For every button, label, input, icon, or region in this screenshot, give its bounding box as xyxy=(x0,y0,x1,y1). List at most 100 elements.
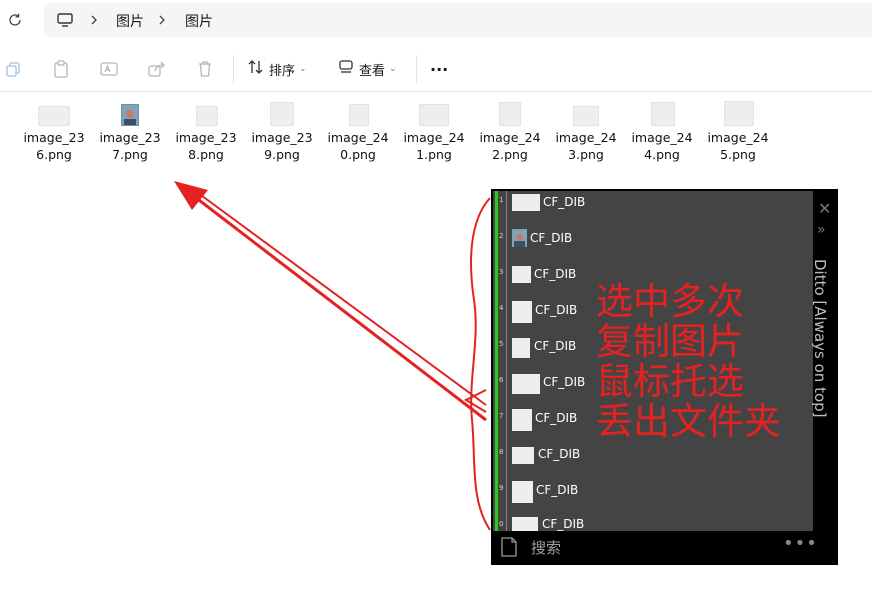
file-grid: image_23 6.png image_23 7.png image_23 8.pn… xyxy=(20,100,780,170)
rename-icon[interactable] xyxy=(99,59,119,79)
image-thumbnail xyxy=(573,106,599,126)
clip-thumbnail xyxy=(512,194,540,211)
menu-dots-icon[interactable]: ••• xyxy=(783,533,818,554)
file-item[interactable]: image_23 6.png xyxy=(20,100,88,170)
file-item[interactable]: image_23 7.png xyxy=(96,100,164,170)
image-thumbnail xyxy=(724,101,754,126)
annotation-line: 丢出文件夹 xyxy=(596,400,781,443)
clip-index: 0 xyxy=(499,520,504,528)
toolbar-divider xyxy=(233,55,234,83)
clip-format-label: CF_DIB xyxy=(535,303,578,317)
clip-item[interactable]: 8 CF_DIB xyxy=(493,443,813,479)
row-divider xyxy=(506,407,507,443)
file-name: image_23 8.png xyxy=(175,130,237,162)
sort-label: 排序 xyxy=(269,63,296,79)
command-bar: 排序 ⌄ 查看 ⌄ ··· xyxy=(0,47,872,92)
chevron-down-icon: ⌄ xyxy=(389,64,397,74)
view-icon xyxy=(338,59,354,79)
file-item[interactable]: image_24 1.png xyxy=(400,100,468,170)
file-item[interactable]: image_24 4.png xyxy=(628,100,696,170)
clip-index: 8 xyxy=(499,448,504,456)
note-icon[interactable] xyxy=(501,537,517,561)
paste-icon[interactable] xyxy=(51,59,71,79)
breadcrumb[interactable]: 图片 图片 xyxy=(44,3,872,37)
clip-thumbnail-photo xyxy=(512,229,527,247)
file-name: image_24 2.png xyxy=(479,130,541,162)
annotation-line: 鼠标托选 xyxy=(596,360,744,403)
delete-icon[interactable] xyxy=(195,59,215,79)
file-item[interactable]: image_24 0.png xyxy=(324,100,392,170)
toolbar-divider xyxy=(416,55,417,83)
annotation-line: 复制图片 xyxy=(596,320,744,363)
clip-index: 4 xyxy=(499,304,504,312)
clip-format-label: CF_DIB xyxy=(534,267,577,281)
file-item[interactable]: image_24 2.png xyxy=(476,100,544,170)
row-divider xyxy=(506,299,507,335)
file-name: image_24 3.png xyxy=(555,130,617,162)
clip-item[interactable]: 1 CF_DIB xyxy=(493,191,813,227)
row-divider xyxy=(506,479,507,515)
file-name: image_23 7.png xyxy=(99,130,161,162)
file-name: image_24 0.png xyxy=(327,130,389,162)
clip-format-label: CF_DIB xyxy=(543,375,586,389)
search-input[interactable]: 搜索 xyxy=(531,537,561,558)
file-item[interactable]: image_23 8.png xyxy=(172,100,240,170)
row-divider xyxy=(506,443,507,479)
breadcrumb-item-pictures[interactable]: 图片 xyxy=(116,11,144,31)
file-item[interactable]: image_23 9.png xyxy=(248,100,316,170)
clip-thumbnail xyxy=(512,301,532,323)
double-chevron-icon[interactable]: » xyxy=(817,222,826,238)
file-name: image_24 5.png xyxy=(707,130,769,162)
row-divider xyxy=(506,371,507,407)
clip-format-label: CF_DIB xyxy=(536,483,579,497)
sort-icon xyxy=(248,59,264,79)
file-name: image_24 1.png xyxy=(403,130,465,162)
annotation-line: 选中多次 xyxy=(596,280,744,323)
row-divider xyxy=(506,335,507,371)
image-thumbnail xyxy=(499,102,521,126)
chevron-right-icon xyxy=(157,13,169,27)
close-icon[interactable]: ✕ xyxy=(818,199,831,218)
image-thumbnail xyxy=(349,104,369,126)
clip-thumbnail xyxy=(512,409,532,431)
clip-item[interactable]: 9 CF_DIB xyxy=(493,479,813,515)
clip-thumbnail xyxy=(512,374,540,394)
file-item[interactable]: image_24 5.png xyxy=(704,100,772,170)
more-options-button[interactable]: ··· xyxy=(430,57,448,81)
clip-index: 1 xyxy=(499,196,504,204)
chevron-right-icon xyxy=(89,13,101,27)
row-divider xyxy=(506,515,507,531)
file-name: image_23 6.png xyxy=(23,130,85,162)
row-divider xyxy=(506,263,507,299)
view-label: 查看 xyxy=(359,63,386,79)
row-divider xyxy=(506,191,507,227)
clip-format-label: CF_DIB xyxy=(534,339,577,353)
image-thumbnail xyxy=(419,104,449,126)
image-thumbnail xyxy=(651,102,675,126)
clip-index: 9 xyxy=(499,484,504,492)
clip-thumbnail xyxy=(512,266,531,283)
image-thumbnail xyxy=(270,102,294,126)
refresh-icon[interactable] xyxy=(5,10,25,30)
clip-item[interactable]: 0 CF_DIB xyxy=(493,515,813,531)
clip-item[interactable]: 2 CF_DIB xyxy=(493,227,813,263)
file-name: image_23 9.png xyxy=(251,130,313,162)
computer-icon[interactable] xyxy=(56,11,74,29)
breadcrumb-item-pictures-current[interactable]: 图片 xyxy=(185,11,213,31)
file-item[interactable]: image_24 3.png xyxy=(552,100,620,170)
search-bar[interactable]: 搜索 ••• xyxy=(491,531,838,565)
clip-index: 5 xyxy=(499,340,504,348)
sort-button[interactable]: 排序 ⌄ xyxy=(248,57,307,81)
clip-index: 6 xyxy=(499,376,504,384)
clip-index: 2 xyxy=(499,232,504,240)
clip-index: 3 xyxy=(499,268,504,276)
address-bar: 图片 图片 xyxy=(0,0,872,42)
copy-icon[interactable] xyxy=(3,59,23,79)
share-icon[interactable] xyxy=(147,59,167,79)
chevron-down-icon: ⌄ xyxy=(299,64,307,74)
view-button[interactable]: 查看 ⌄ xyxy=(338,57,397,81)
clip-format-label: CF_DIB xyxy=(530,231,573,245)
clip-thumbnail xyxy=(512,481,533,503)
image-thumbnail xyxy=(196,106,218,126)
clip-index: 7 xyxy=(499,412,504,420)
